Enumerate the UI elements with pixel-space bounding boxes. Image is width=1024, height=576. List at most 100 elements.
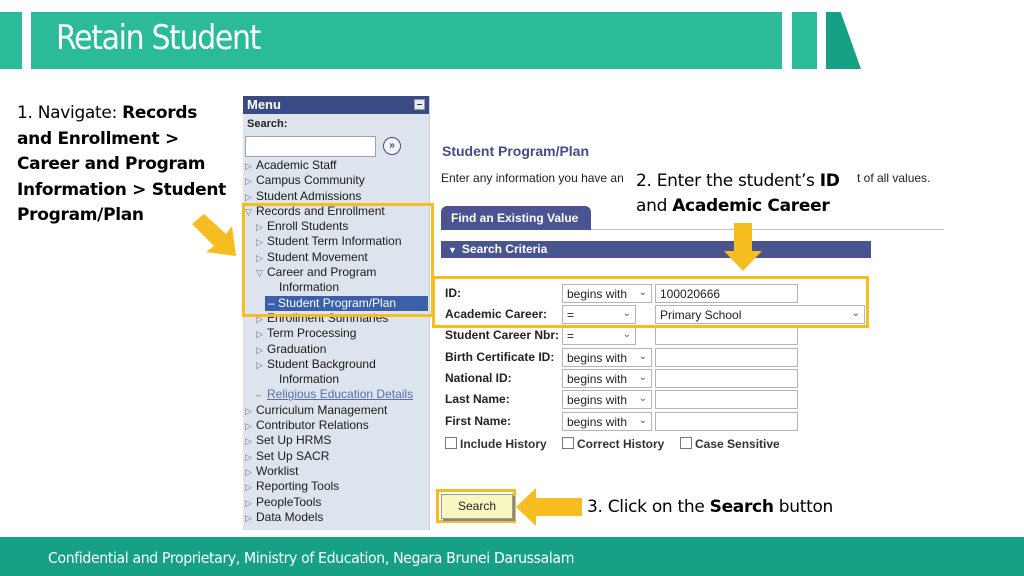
expand-triangle-icon: ▷ [245,176,252,187]
expand-triangle-icon: ▷ [245,405,252,416]
value-input[interactable] [655,369,798,388]
tab-divider [591,229,944,230]
arrow-left-icon [516,488,582,526]
option-checkbox[interactable]: Include History [445,437,547,451]
page-title: Student Program/Plan [442,143,590,159]
menu-item-label: Reporting Tools [256,479,340,494]
checkbox-icon[interactable] [562,437,574,449]
operator-select[interactable]: = ⌄ [562,326,636,345]
chevron-down-icon: ⌄ [638,393,647,404]
page-description: Enter any information you have an [441,171,624,185]
tab-find-existing-value[interactable]: Find an Existing Value [441,206,591,230]
menu-item[interactable]: ▷ Student Background [243,357,430,372]
expand-triangle-icon: ▷ [245,512,252,523]
menu-item-label: Data Models [256,509,324,524]
operator-select[interactable]: begins with ⌄ [562,390,652,409]
menu-item-label: Student Admissions [256,188,362,203]
arrow-right-down-icon [192,214,236,256]
operator-select[interactable]: begins with ⌄ [562,369,652,388]
expand-triangle-icon: ▷ [256,344,263,355]
menu-item-label: PeopleTools [256,494,322,509]
checkbox-icon[interactable] [445,437,457,449]
menu-item-label: Curriculum Management [256,402,388,417]
id-career-highlight [432,276,869,328]
menu-path-highlight [242,203,434,317]
arrow-down-icon [724,223,762,271]
field-label: Student Career Nbr: [445,328,560,342]
banner-accent-left [0,12,22,69]
field-label: First Name: [445,414,512,428]
banner-accent-trapezoid [826,12,861,69]
menu-item[interactable]: ▷ Worklist [243,464,430,479]
menu-item[interactable]: – Religious Education Details [243,387,430,402]
expand-triangle-icon: ▷ [245,421,252,432]
expand-triangle-icon: ▷ [245,482,252,493]
chevron-down-icon: ⌄ [638,351,647,362]
footer: Confidential and Proprietary, Ministry o… [0,537,1024,576]
menu-item[interactable]: ▷ Campus Community [243,173,430,188]
menu-item[interactable]: ▷ Reporting Tools [243,479,430,494]
collapse-menu-icon[interactable] [414,99,425,110]
search-button[interactable]: Search [441,494,513,519]
expand-triangle-icon: ▷ [245,436,252,447]
menu-item[interactable]: ▷ Data Models [243,510,430,525]
checkbox-icon[interactable] [680,437,692,449]
menu-search-label: Search: [247,118,288,130]
menu-item[interactable]: ▷ Student Admissions [243,189,430,204]
menu-item-label: Worklist [256,463,299,478]
menu-header: Menu [243,96,429,114]
step1-instruction: 1. Navigate: Records and Enrollment > Ca… [17,103,226,225]
menu-item[interactable]: ▷ Set Up HRMS [243,433,430,448]
expand-triangle-icon: ▷ [245,497,252,508]
expand-triangle-icon: ▷ [256,329,263,340]
page-description-end: t of all values. [857,171,931,185]
menu-item[interactable]: ▷ Term Processing [243,326,430,341]
operator-select[interactable]: begins with ⌄ [562,412,652,431]
value-input[interactable] [655,326,798,345]
field-label: Last Name: [445,392,510,406]
menu-item-label: Graduation [267,341,327,356]
menu-item[interactable]: ▷ Graduation [243,342,430,357]
menu-item-label: Campus Community [256,173,365,188]
chevron-down-icon: ⌄ [622,329,631,340]
menu-item-label: Student Background [267,356,376,371]
option-checkbox[interactable]: Case Sensitive [680,437,780,451]
menu-item-label: Term Processing [267,326,357,341]
menu-item-label: Contributor Relations [256,418,369,433]
menu-item-label: Information [279,372,340,387]
step2-instruction: 2. Enter the student’s ID and Academic C… [636,169,854,219]
menu-search-input[interactable] [245,136,376,157]
menu-item-label: Religious Education Details [267,387,414,402]
menu-item[interactable]: Information [243,372,430,387]
menu-item-label: Academic Staff [256,158,337,172]
value-input[interactable] [655,348,798,367]
menu-item[interactable]: ▷ PeopleTools [243,495,430,510]
menu-item[interactable]: ▷ Curriculum Management [243,403,430,418]
field-label: Birth Certificate ID: [445,350,555,364]
expand-triangle-icon: ▷ [256,359,263,370]
expand-triangle-icon: ▷ [245,451,252,462]
option-checkbox[interactable]: Correct History [562,437,664,451]
menu-item[interactable]: ▷ Contributor Relations [243,418,430,433]
search-criteria-header[interactable]: ▼ Search Criteria [441,241,871,258]
menu-item[interactable]: ▷ Academic Staff [243,158,430,173]
expand-triangle-icon: ▷ [245,466,252,477]
operator-select[interactable]: begins with ⌄ [562,348,652,367]
menu-item-label: Set Up HRMS [256,433,332,448]
search-go-icon[interactable]: » [383,137,401,155]
title-banner: Retain Student [31,12,782,69]
value-input[interactable] [655,390,798,409]
expand-triangle-icon: ▷ [245,161,252,171]
menu-item[interactable]: ▷ Set Up SACR [243,449,430,464]
collapse-triangle-icon: ▼ [448,245,457,255]
menu-item-label: Set Up SACR [256,448,330,463]
step3-instruction: 3. Click on the Search button [587,497,834,517]
banner-accent-bar [792,12,817,69]
value-input[interactable] [655,412,798,431]
chevron-down-icon: ⌄ [638,372,647,383]
slide-title: Retain Student [56,18,261,58]
footer-text: Confidential and Proprietary, Ministry o… [48,549,575,567]
chevron-down-icon: ⌄ [638,415,647,426]
leaf-dash-icon: – [256,390,262,401]
field-label: National ID: [445,371,512,385]
